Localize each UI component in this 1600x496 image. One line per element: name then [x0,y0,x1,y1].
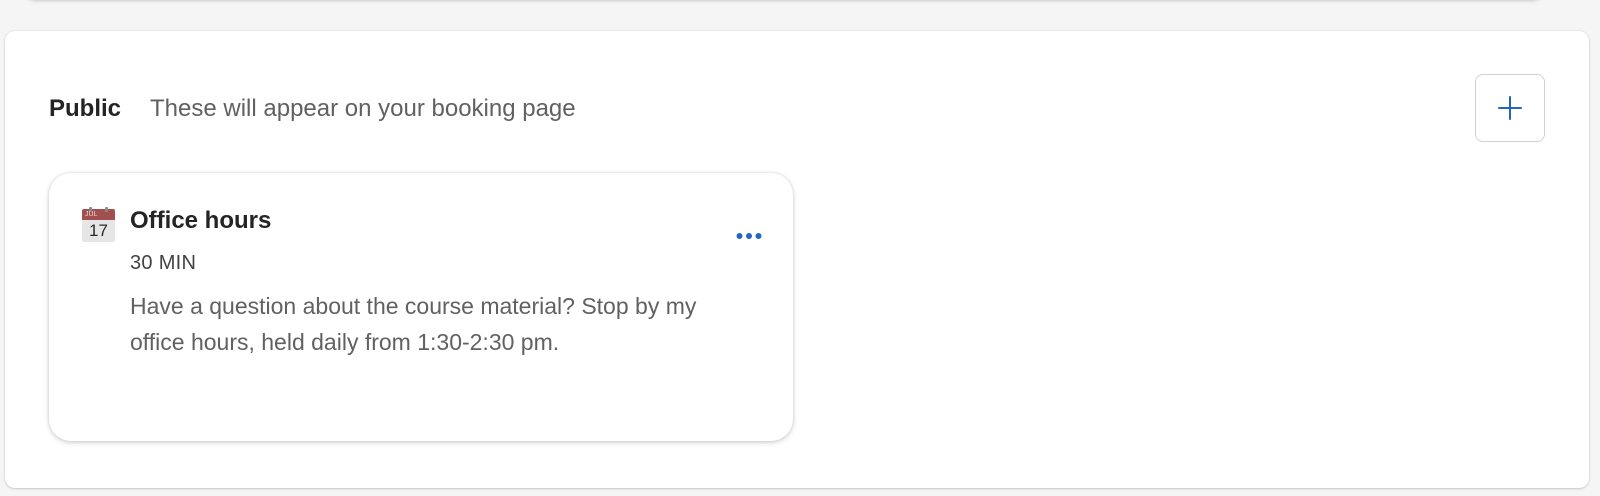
more-horizontal-icon [736,233,762,239]
calendar-icon-day: 17 [82,220,115,242]
event-duration: 30 MIN [130,252,197,274]
calendar-icon: JUL 17 [82,207,115,242]
public-event-types-section: Public These will appear on your booking… [5,31,1589,488]
plus-icon [1498,96,1522,120]
section-subtitle: These will appear on your booking page [150,95,576,122]
event-title: Office hours [130,207,272,234]
event-description: Have a question about the course materia… [130,293,697,355]
calendar-icon-month: JUL [85,211,98,218]
event-type-card[interactable]: JUL 17 Office hours 30 MIN Have a questi… [49,173,793,441]
more-options-button[interactable] [729,221,769,251]
section-title: Public [49,95,122,122]
section-header: Public These will appear on your booking… [49,95,576,123]
add-event-type-button[interactable] [1475,74,1545,142]
